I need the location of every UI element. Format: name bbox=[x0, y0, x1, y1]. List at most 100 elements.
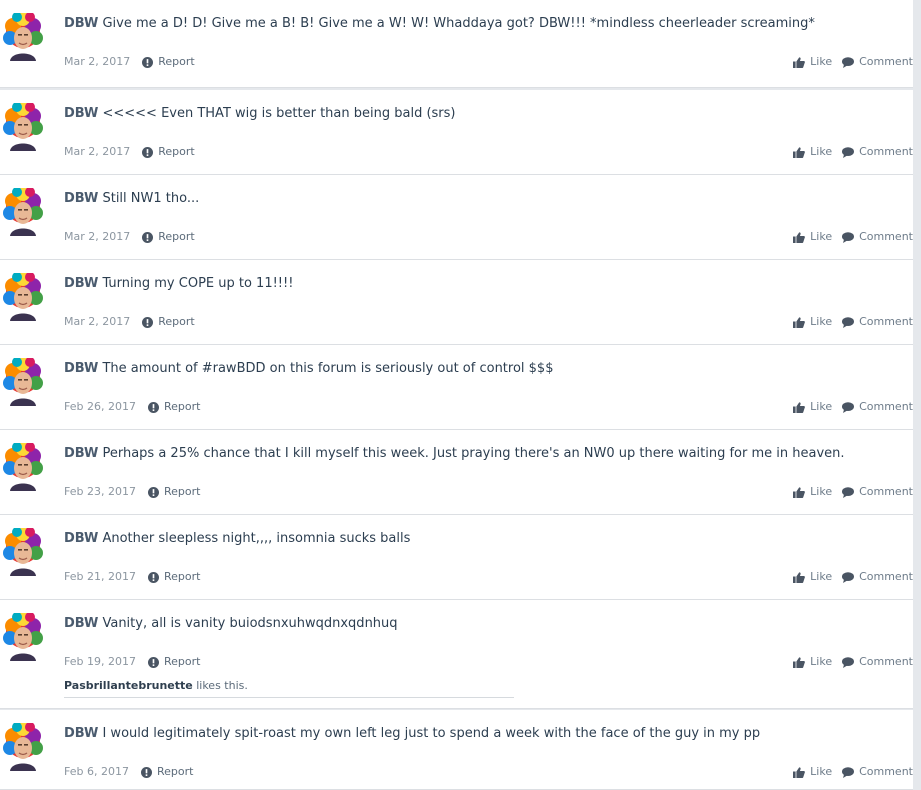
profile-post: DBW I would legitimately spit-roast my o… bbox=[0, 710, 913, 790]
report-link[interactable]: Report bbox=[142, 55, 195, 69]
comment-bubble-icon bbox=[842, 656, 855, 668]
like-label: Like bbox=[810, 55, 833, 68]
post-author-link[interactable]: DBW bbox=[64, 191, 98, 206]
comment-label: Comment bbox=[859, 145, 913, 158]
comment-bubble-icon bbox=[842, 316, 855, 328]
rainbow-afro-avatar-icon[interactable] bbox=[3, 443, 43, 491]
post-actions: Like Comment bbox=[793, 145, 913, 159]
post-date-link[interactable]: Mar 2, 2017 bbox=[64, 145, 130, 159]
like-button[interactable]: Like bbox=[793, 230, 832, 244]
post-actions: Like Comment bbox=[793, 400, 913, 414]
post-date-link[interactable]: Feb 21, 2017 bbox=[64, 570, 136, 584]
post-date-link[interactable]: Mar 2, 2017 bbox=[64, 230, 130, 244]
comment-label: Comment bbox=[859, 570, 913, 583]
like-button[interactable]: Like bbox=[793, 145, 832, 159]
comment-label: Comment bbox=[859, 765, 913, 778]
comment-bubble-icon bbox=[842, 56, 855, 68]
report-label: Report bbox=[158, 55, 195, 68]
thumbs-up-icon bbox=[793, 56, 806, 68]
like-button[interactable]: Like bbox=[793, 55, 832, 69]
post-text: Turning my COPE up to 11!!!! bbox=[102, 276, 294, 291]
rainbow-afro-avatar-icon[interactable] bbox=[3, 358, 43, 406]
comment-label: Comment bbox=[859, 400, 913, 413]
comment-button[interactable]: Comment bbox=[842, 655, 913, 669]
post-content: DBW <<<<< Even THAT wig is better than b… bbox=[64, 105, 903, 122]
post-author-link[interactable]: DBW bbox=[64, 361, 98, 376]
thumbs-up-icon bbox=[793, 571, 806, 583]
post-date-link[interactable]: Mar 2, 2017 bbox=[64, 55, 130, 69]
post-author-link[interactable]: DBW bbox=[64, 16, 98, 31]
like-button[interactable]: Like bbox=[793, 655, 832, 669]
post-content: DBW I would legitimately spit-roast my o… bbox=[64, 725, 903, 742]
report-link[interactable]: Report bbox=[140, 765, 194, 779]
post-author-link[interactable]: DBW bbox=[64, 106, 98, 121]
post-date-link[interactable]: Feb 6, 2017 bbox=[64, 765, 129, 779]
like-button[interactable]: Like bbox=[793, 315, 832, 329]
comment-bubble-icon bbox=[842, 486, 855, 498]
post-meta: Mar 2, 2017 Report bbox=[64, 315, 195, 329]
like-button[interactable]: Like bbox=[793, 485, 832, 499]
post-date-link[interactable]: Mar 2, 2017 bbox=[64, 315, 130, 329]
post-actions: Like Comment bbox=[793, 230, 913, 244]
profile-post: DBW Another sleepless night,,,, insomnia… bbox=[0, 515, 913, 600]
post-text: Give me a D! D! Give me a B! B! Give me … bbox=[102, 16, 815, 31]
report-link[interactable]: Report bbox=[147, 655, 201, 669]
comment-button[interactable]: Comment bbox=[842, 570, 913, 584]
thumbs-up-icon bbox=[793, 231, 806, 243]
post-text: Vanity, all is vanity buiodsnxuhwqdnxqdn… bbox=[102, 616, 398, 631]
like-button[interactable]: Like bbox=[793, 400, 832, 414]
post-text: Still NW1 tho... bbox=[102, 191, 200, 206]
comment-button[interactable]: Comment bbox=[842, 485, 913, 499]
post-meta: Mar 2, 2017 Report bbox=[64, 55, 195, 69]
report-link[interactable]: Report bbox=[147, 485, 200, 499]
like-label: Like bbox=[810, 765, 833, 778]
like-button[interactable]: Like bbox=[793, 570, 832, 584]
report-link[interactable]: Report bbox=[147, 570, 200, 584]
comment-bubble-icon bbox=[842, 146, 855, 158]
report-label: Report bbox=[156, 765, 194, 778]
post-author-link[interactable]: DBW bbox=[64, 446, 98, 461]
post-date-link[interactable]: Feb 19, 2017 bbox=[64, 655, 136, 669]
rainbow-afro-avatar-icon[interactable] bbox=[3, 273, 43, 321]
report-label: Report bbox=[163, 655, 201, 668]
comment-button[interactable]: Comment bbox=[842, 230, 913, 244]
like-label: Like bbox=[810, 145, 833, 158]
rainbow-afro-avatar-icon[interactable] bbox=[3, 723, 43, 771]
comment-button[interactable]: Comment bbox=[842, 315, 913, 329]
report-link[interactable]: Report bbox=[142, 145, 195, 159]
rainbow-afro-avatar-icon[interactable] bbox=[3, 188, 43, 236]
rainbow-afro-avatar-icon[interactable] bbox=[3, 528, 43, 576]
likes-suffix-text: likes this. bbox=[196, 679, 248, 692]
rainbow-afro-avatar-icon[interactable] bbox=[3, 13, 43, 61]
profile-post: DBW Give me a D! D! Give me a B! B! Give… bbox=[0, 0, 913, 88]
post-author-link[interactable]: DBW bbox=[64, 726, 98, 741]
post-actions: Like Comment bbox=[793, 570, 913, 584]
post-content: DBW Still NW1 tho... bbox=[64, 190, 903, 207]
report-link[interactable]: Report bbox=[142, 315, 195, 329]
post-actions: Like Comment bbox=[793, 315, 913, 329]
post-text: <<<<< Even THAT wig is better than being… bbox=[102, 106, 456, 121]
post-date-link[interactable]: Feb 26, 2017 bbox=[64, 400, 136, 414]
comment-button[interactable]: Comment bbox=[842, 145, 913, 159]
like-label: Like bbox=[810, 485, 833, 498]
report-link[interactable]: Report bbox=[147, 400, 200, 414]
comment-button[interactable]: Comment bbox=[842, 400, 913, 414]
like-button[interactable]: Like bbox=[793, 765, 832, 779]
post-author-link[interactable]: DBW bbox=[64, 276, 98, 291]
report-icon bbox=[147, 401, 159, 413]
post-author-link[interactable]: DBW bbox=[64, 531, 98, 546]
post-content: DBW The amount of #rawBDD on this forum … bbox=[64, 360, 903, 377]
comment-button[interactable]: Comment bbox=[842, 55, 913, 69]
like-label: Like bbox=[810, 315, 833, 328]
comment-button[interactable]: Comment bbox=[842, 765, 913, 779]
post-author-link[interactable]: DBW bbox=[64, 616, 98, 631]
liker-link[interactable]: Pasbrillantebrunette bbox=[64, 679, 193, 692]
rainbow-afro-avatar-icon[interactable] bbox=[3, 103, 43, 151]
post-date-link[interactable]: Feb 23, 2017 bbox=[64, 485, 136, 499]
rainbow-afro-avatar-icon[interactable] bbox=[3, 613, 43, 661]
like-label: Like bbox=[810, 230, 833, 243]
report-link[interactable]: Report bbox=[142, 230, 195, 244]
post-meta: Mar 2, 2017 Report bbox=[64, 145, 195, 159]
profile-post: DBW The amount of #rawBDD on this forum … bbox=[0, 345, 913, 430]
post-text: Perhaps a 25% chance that I kill myself … bbox=[102, 446, 845, 461]
